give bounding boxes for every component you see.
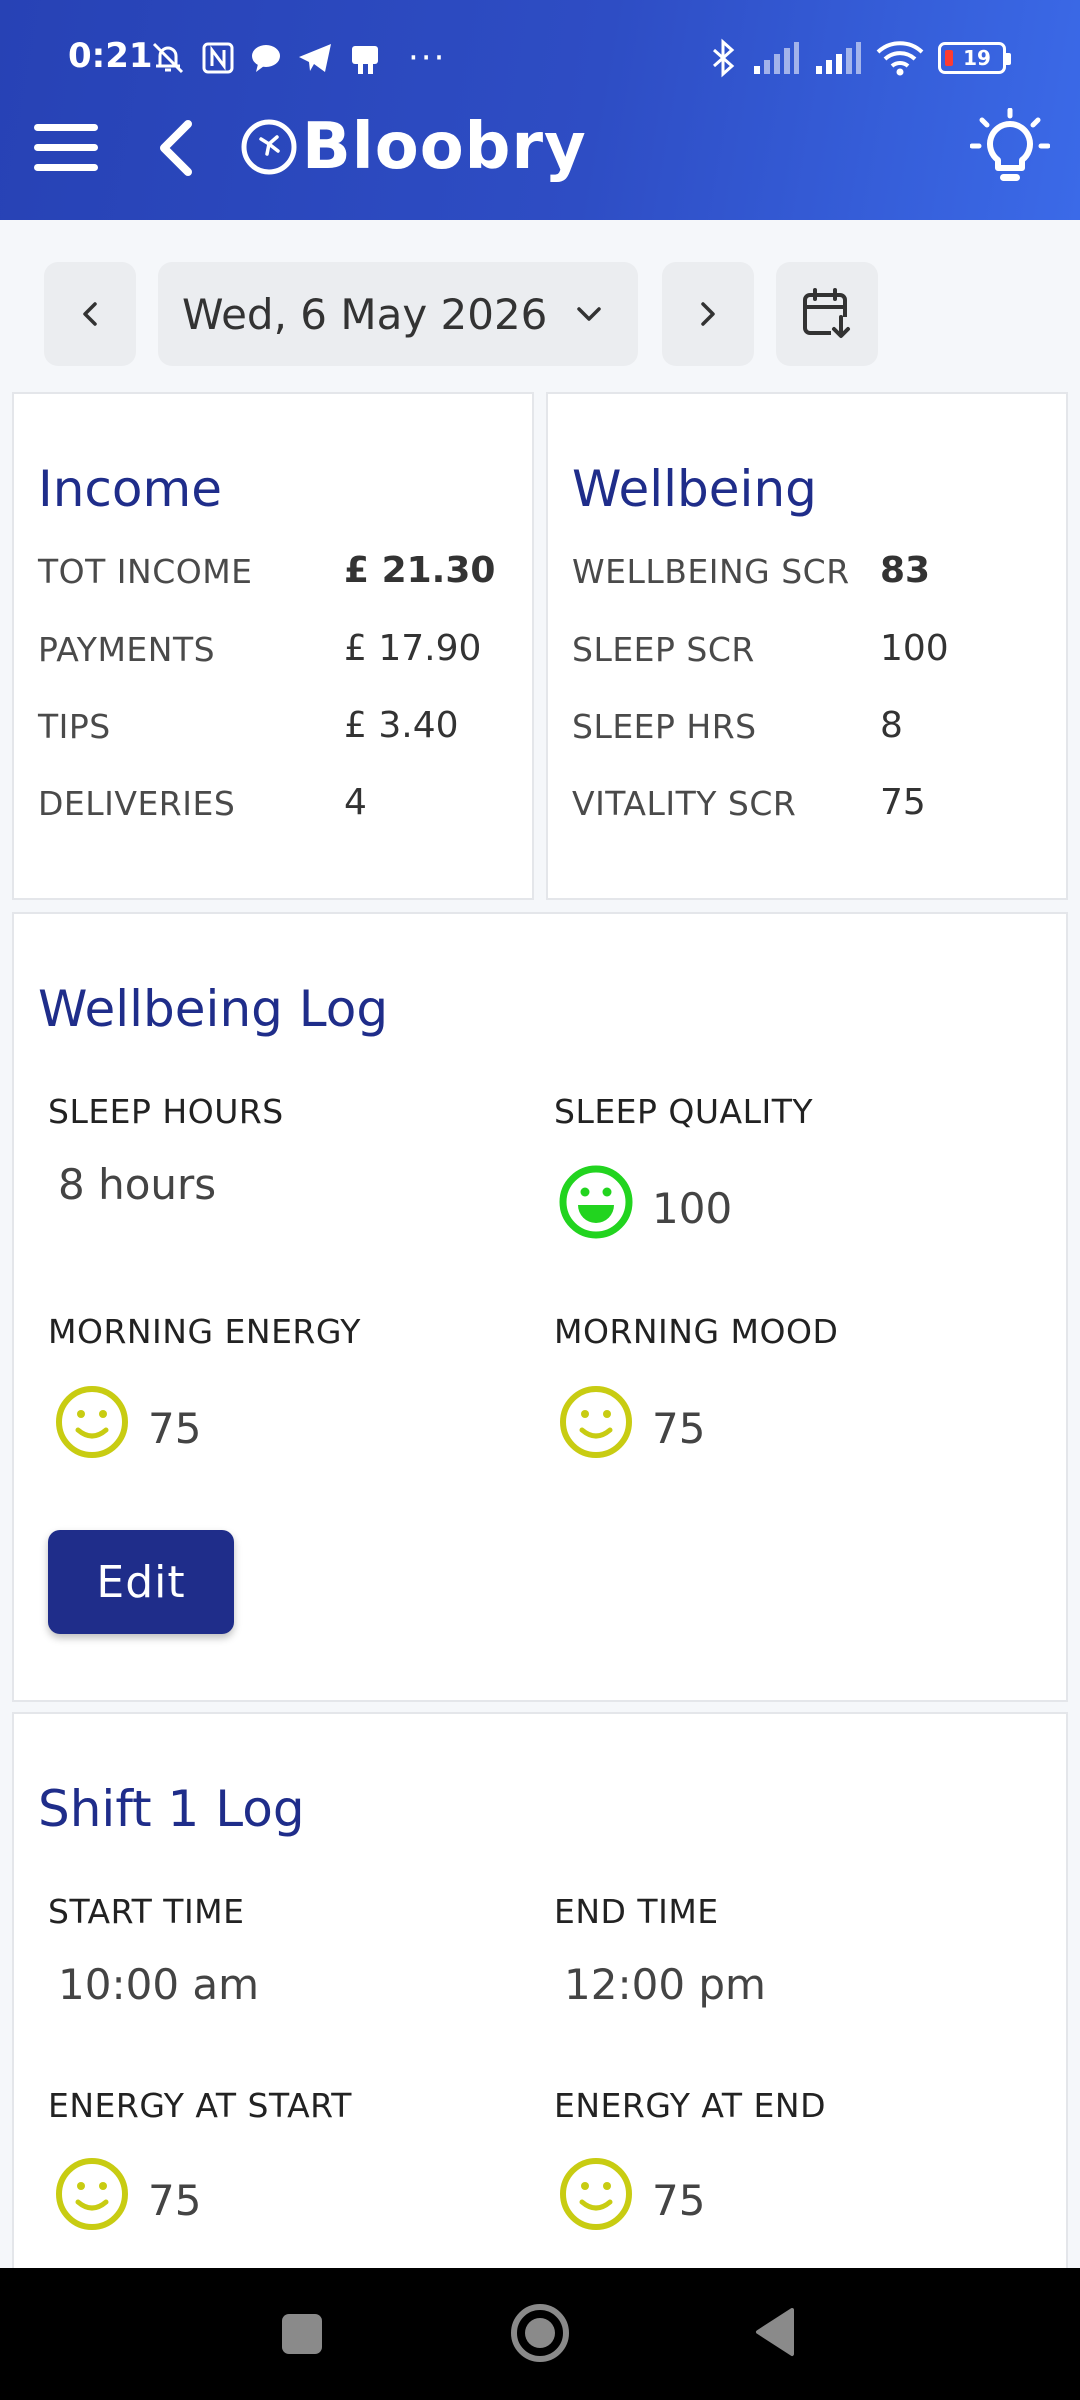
chevron-left-icon xyxy=(83,302,97,326)
telegram-icon xyxy=(299,44,331,72)
wellbeing-label: SLEEP SCR xyxy=(572,630,755,669)
app-toolbar: Bloobry xyxy=(0,104,1080,204)
signal-icon xyxy=(754,42,799,74)
sleep-quality-label: SLEEP QUALITY xyxy=(554,1092,814,1131)
wellbeing-log-title: Wellbeing Log xyxy=(38,980,389,1038)
income-value: £ 3.40 xyxy=(344,705,459,746)
smile-face-icon[interactable] xyxy=(54,2156,130,2232)
energy-end-label: ENERGY AT END xyxy=(554,2086,826,2125)
battery-icon: 19 xyxy=(938,42,1011,74)
back-arrow-icon[interactable] xyxy=(150,116,204,180)
wellbeing-value: 8 xyxy=(880,705,903,746)
income-value: £ 17.90 xyxy=(344,628,482,669)
morning-mood-value: 75 xyxy=(652,1404,706,1453)
wellbeing-value: 83 xyxy=(880,550,931,591)
chevron-down-icon xyxy=(577,307,602,321)
status-system-icons: 19 xyxy=(710,38,1011,78)
income-label: PAYMENTS xyxy=(38,630,216,669)
chat-icon xyxy=(252,45,280,72)
shift-log-card: Shift 1 Log START TIME 10:00 am END TIME… xyxy=(12,1712,1068,2312)
brand: Bloobry xyxy=(240,110,587,184)
big-smile-face-icon[interactable] xyxy=(558,1164,634,1240)
wifi-icon xyxy=(876,41,924,76)
sleep-quality-value: 100 xyxy=(652,1184,733,1233)
wellbeing-value: 100 xyxy=(880,628,949,669)
more-notifications-icon: ··· xyxy=(408,38,447,78)
silent-bell-icon xyxy=(152,42,184,74)
energy-start-value: 75 xyxy=(148,2176,202,2225)
end-time-label: END TIME xyxy=(554,1892,719,1931)
morning-energy-value: 75 xyxy=(148,1404,202,1453)
status-notification-icons: ··· xyxy=(148,38,446,78)
date-selector[interactable]: Wed, 6 May 2026 xyxy=(158,262,638,366)
nfc-icon xyxy=(202,42,234,74)
wellbeing-card: Wellbeing WELLBEING SCR 83 SLEEP SCR 100… xyxy=(546,392,1068,900)
sleep-hours-label: SLEEP HOURS xyxy=(48,1092,284,1131)
selected-date: Wed, 6 May 2026 xyxy=(182,289,548,339)
hamburger-menu-icon[interactable] xyxy=(32,118,100,178)
energy-start-label: ENERGY AT START xyxy=(48,2086,352,2125)
income-label: TOT INCOME xyxy=(38,552,253,591)
recents-square-icon[interactable] xyxy=(280,2312,324,2356)
edit-button[interactable]: Edit xyxy=(48,1530,234,1634)
wellbeing-label: SLEEP HRS xyxy=(572,707,757,746)
system-navigation-bar xyxy=(0,2268,1080,2400)
battery-level: 19 xyxy=(963,46,991,70)
signal-icon-2 xyxy=(816,42,861,74)
smile-face-icon[interactable] xyxy=(558,2156,634,2232)
income-card: Income TOT INCOME £ 21.30 PAYMENTS £ 17.… xyxy=(12,392,534,900)
wellbeing-label: WELLBEING SCR xyxy=(572,552,850,591)
home-circle-icon[interactable] xyxy=(509,2302,571,2364)
next-day-button[interactable] xyxy=(662,262,754,366)
start-time-label: START TIME xyxy=(48,1892,245,1931)
app-header: 0:21 ··· 19 Bloobry xyxy=(0,0,1080,220)
morning-energy-label: MORNING ENERGY xyxy=(48,1312,361,1351)
chevron-right-icon xyxy=(701,302,715,326)
bluetooth-icon xyxy=(713,38,735,78)
income-label: TIPS xyxy=(38,707,111,746)
energy-end-value: 75 xyxy=(652,2176,706,2225)
income-value: £ 21.30 xyxy=(344,550,496,591)
smile-face-icon[interactable] xyxy=(54,1384,130,1460)
brand-name: Bloobry xyxy=(302,110,587,184)
prev-day-button[interactable] xyxy=(44,262,136,366)
blueberry-logo-icon xyxy=(241,119,297,175)
wellbeing-title: Wellbeing xyxy=(572,460,817,518)
calendar-download-icon xyxy=(803,288,853,341)
status-time: 0:21 xyxy=(68,36,153,76)
wellbeing-log-card: Wellbeing Log SLEEP HOURS 8 hours SLEEP … xyxy=(12,912,1068,1702)
income-label: DELIVERIES xyxy=(38,784,236,823)
status-bar: 0:21 ··· 19 xyxy=(0,28,1080,90)
wellbeing-value: 75 xyxy=(880,782,926,823)
morning-mood-label: MORNING MOOD xyxy=(554,1312,839,1351)
calendar-button[interactable] xyxy=(776,262,878,366)
lightbulb-icon[interactable] xyxy=(970,108,1050,192)
back-triangle-icon[interactable] xyxy=(752,2306,796,2358)
start-time-value[interactable]: 10:00 am xyxy=(58,1960,259,2009)
wellbeing-label: VITALITY SCR xyxy=(572,784,797,823)
income-value: 4 xyxy=(344,782,367,823)
shift-log-title: Shift 1 Log xyxy=(38,1780,305,1838)
income-title: Income xyxy=(38,460,222,518)
date-navigator: Wed, 6 May 2026 xyxy=(0,262,1080,368)
end-time-value[interactable]: 12:00 pm xyxy=(564,1960,766,2009)
sleep-hours-value[interactable]: 8 hours xyxy=(58,1160,216,1209)
app-notification-icon xyxy=(352,46,378,74)
smile-face-icon[interactable] xyxy=(558,1384,634,1460)
